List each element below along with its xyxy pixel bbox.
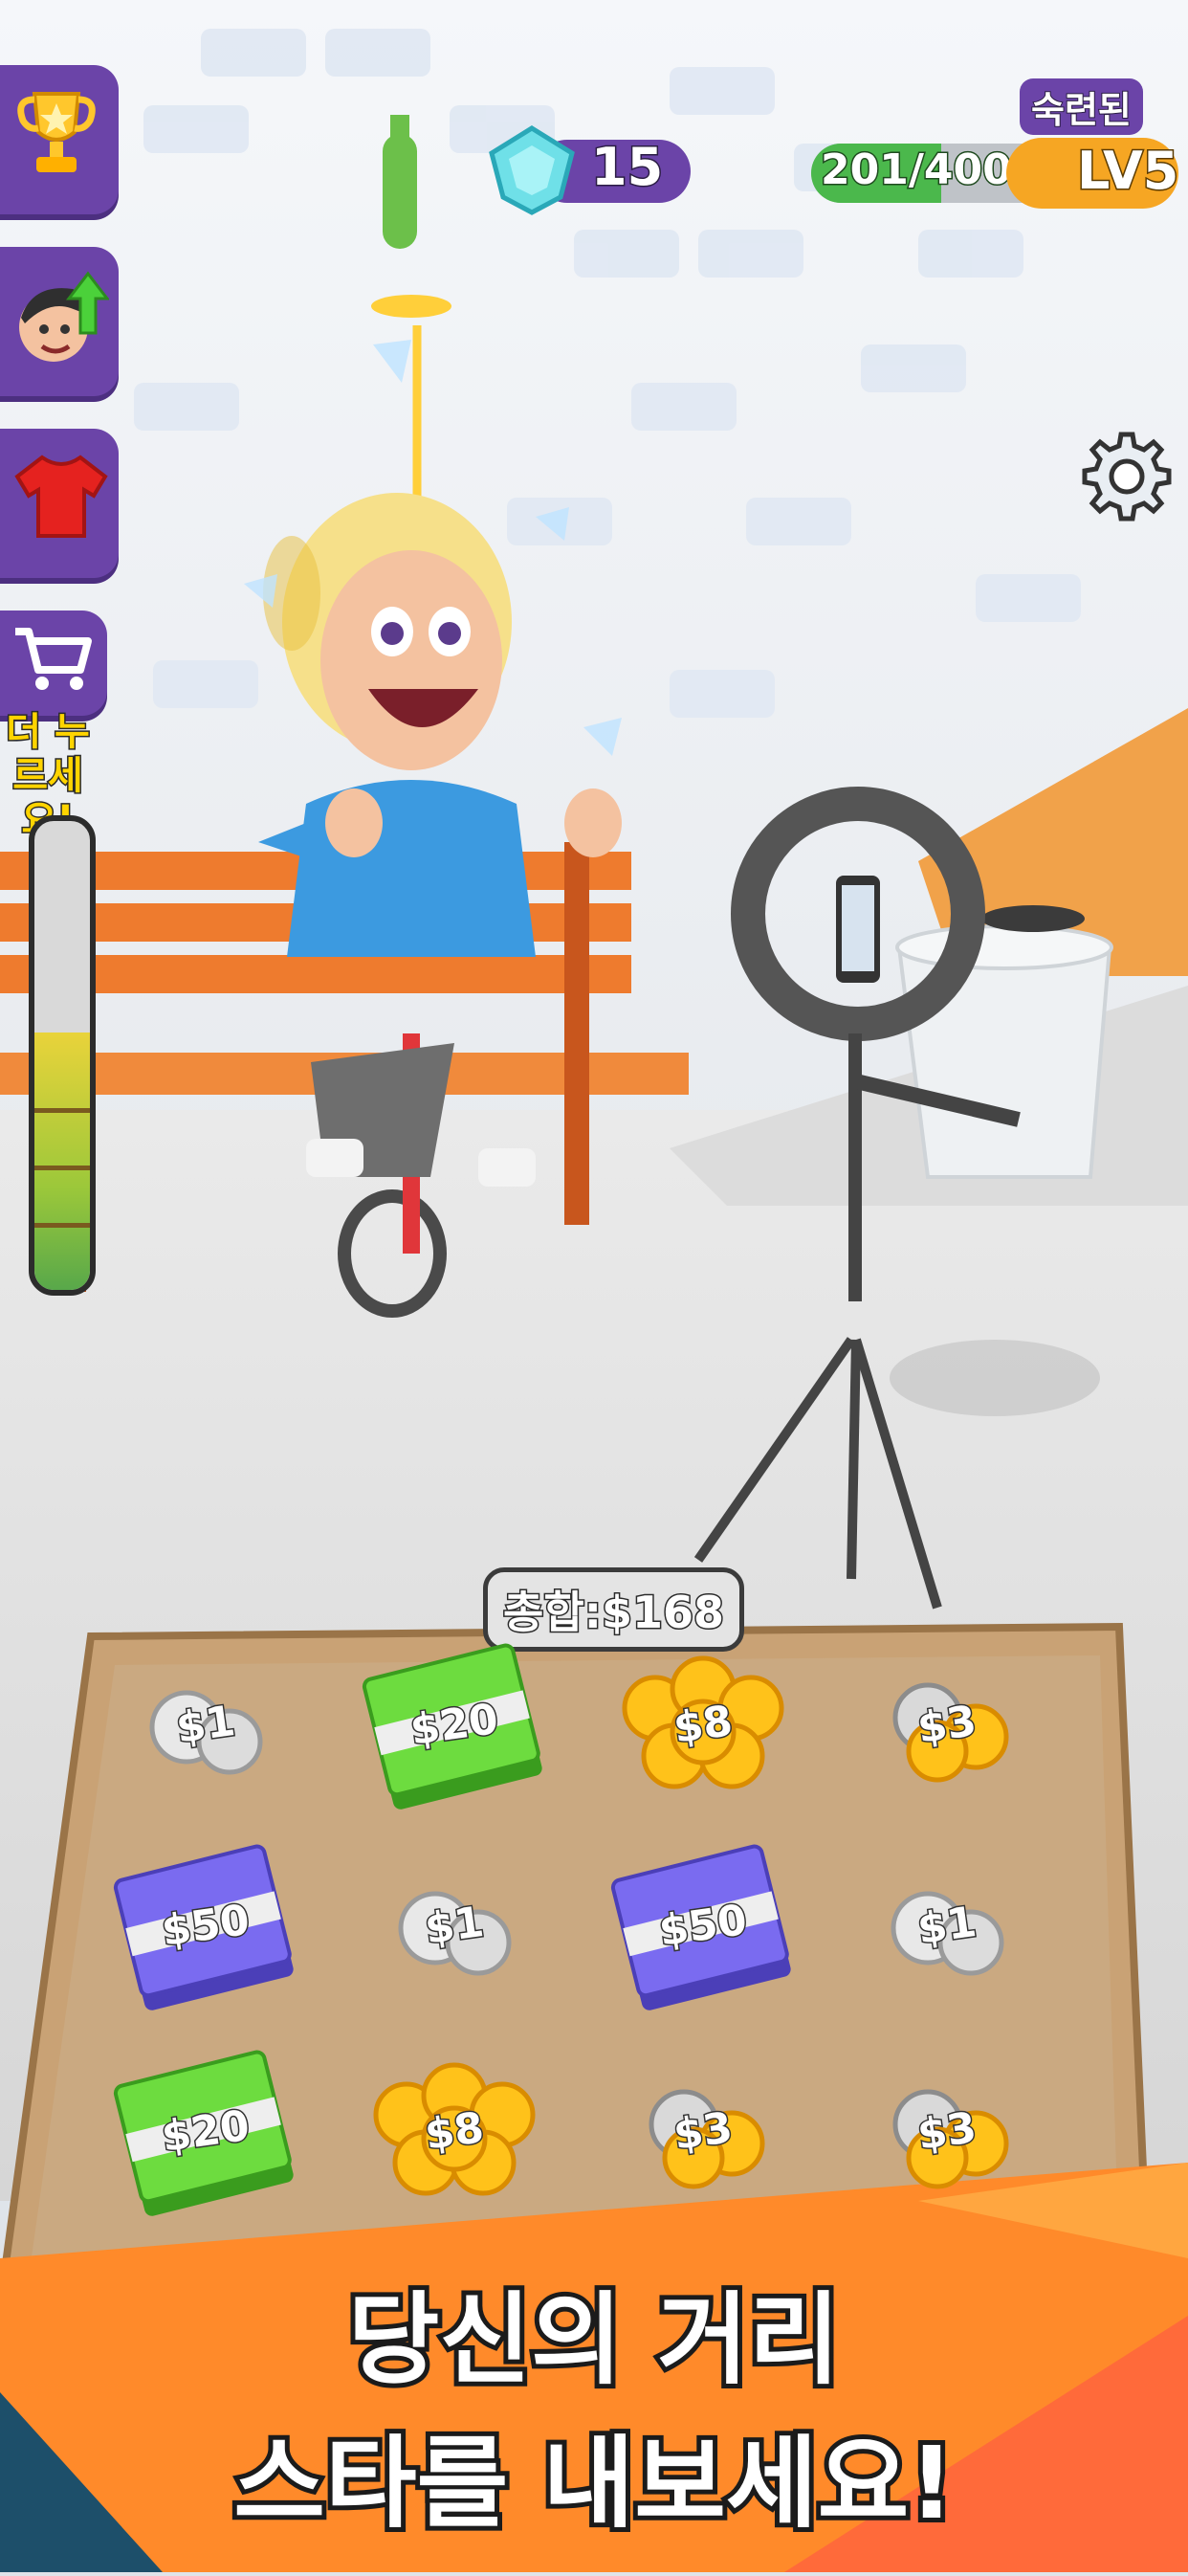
tip-cell[interactable]: $1 xyxy=(832,1842,1062,2024)
tip-cell[interactable]: $8 xyxy=(588,1641,818,1823)
settings-gear-icon[interactable] xyxy=(1079,429,1175,524)
tip-cell[interactable]: $1 xyxy=(91,1641,320,1823)
shop-cart-button[interactable] xyxy=(0,611,107,716)
tip-cell[interactable]: $50 xyxy=(588,1842,818,2024)
banner-title-line2: 스타를 내보세요! xyxy=(229,2420,958,2546)
tip-cell[interactable]: $20 xyxy=(340,1641,569,1823)
tip-cell[interactable]: $3 xyxy=(588,2048,818,2230)
tip-cell[interactable]: $8 xyxy=(340,2048,569,2230)
tip-cell[interactable]: $3 xyxy=(832,2048,1062,2230)
rank-badge: 숙련된 xyxy=(1020,78,1143,135)
power-meter-tick xyxy=(34,1166,90,1170)
tip-total: 총합:$168 xyxy=(483,1567,745,1652)
banner-title-line1: 당신의 거리 xyxy=(343,2276,846,2403)
power-meter-fill xyxy=(34,1032,90,1290)
character-upgrade-button[interactable] xyxy=(0,247,119,396)
tip-cell[interactable]: $20 xyxy=(91,2048,320,2230)
gem-count: 15 xyxy=(589,136,664,199)
tip-cell[interactable]: $50 xyxy=(91,1842,320,2024)
achievements-button[interactable] xyxy=(0,65,119,214)
level-label: LV5 xyxy=(1075,140,1179,203)
power-meter-tick xyxy=(34,1223,90,1228)
tip-cell[interactable]: $1 xyxy=(340,1842,569,2024)
outfit-shirt-icon xyxy=(14,455,108,538)
shopping-cart-icon xyxy=(15,628,92,690)
outfit-button[interactable] xyxy=(0,429,119,578)
trophy-icon xyxy=(17,92,96,172)
diamond-icon xyxy=(489,125,575,215)
upgrade-character-icon xyxy=(19,271,109,362)
power-meter-tick xyxy=(34,1108,90,1113)
power-meter xyxy=(29,815,96,1296)
tip-cell[interactable]: $3 xyxy=(832,1641,1062,1823)
xp-text: 201/400 xyxy=(820,144,1014,196)
